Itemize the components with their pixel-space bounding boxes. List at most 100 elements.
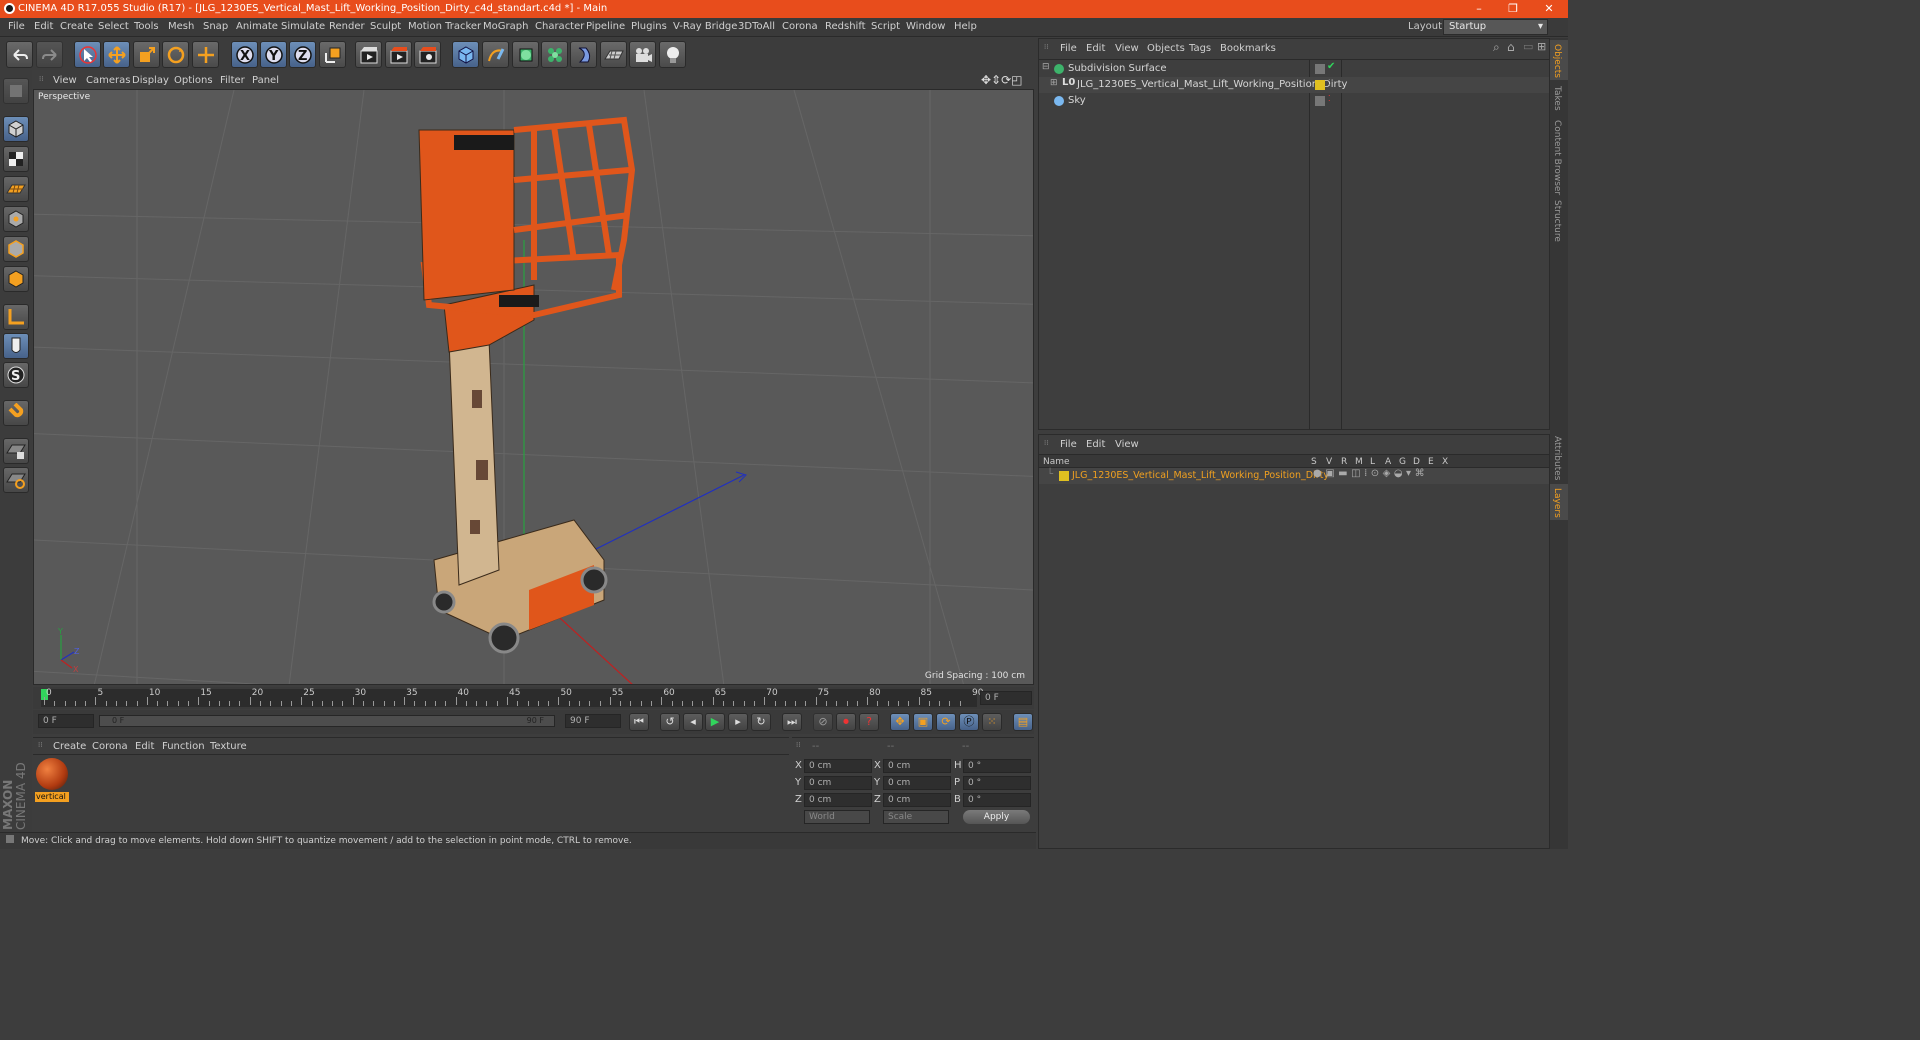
menu-help[interactable]: Help [954, 21, 977, 32]
tab-objects[interactable]: Objects [1552, 44, 1562, 78]
polygons-mode-button[interactable] [3, 266, 29, 292]
material-menu-create[interactable]: Create [53, 741, 86, 752]
menu-tools[interactable]: Tools [134, 21, 159, 32]
menu-render[interactable]: Render [329, 21, 365, 32]
layer-flag-icons[interactable]: ●▣▬◫⁞⊙◈◒▾⌘ [1313, 468, 1428, 479]
spline-pen-button[interactable] [482, 41, 509, 68]
coord-size-x[interactable]: 0 cm [883, 759, 951, 773]
undo-button[interactable] [6, 41, 33, 68]
live-selection-button[interactable] [74, 41, 101, 68]
key-parameter-button[interactable]: Ⓟ [959, 713, 979, 731]
key-pla-button[interactable]: ⁙ [982, 713, 1002, 731]
coord-rotation-p[interactable]: 0 ° [963, 776, 1031, 790]
layer-row[interactable]: └ JLG_1230ES_Vertical_Mast_Lift_Working_… [1039, 468, 1549, 484]
coord-space-select[interactable]: World [804, 810, 870, 824]
material-swatch[interactable]: vertical [35, 758, 69, 802]
objects-menu-tags[interactable]: Tags [1189, 43, 1211, 54]
menu-mesh[interactable]: Mesh [168, 21, 194, 32]
autokey-button[interactable]: ⏺ [836, 713, 856, 731]
layer-color-icon[interactable] [1315, 80, 1325, 90]
move-tool-button[interactable] [103, 41, 130, 68]
redo-button[interactable] [36, 41, 63, 68]
deformer-button[interactable] [570, 41, 597, 68]
current-frame-field[interactable]: 0 F [980, 691, 1032, 705]
layer-tag-icon[interactable] [1315, 96, 1325, 106]
rotate-tool-button[interactable] [162, 41, 189, 68]
objects-menu-edit[interactable]: Edit [1086, 43, 1105, 54]
visibility-dots-icon[interactable]: ⁚ [1328, 94, 1331, 103]
go-to-start-button[interactable]: ⏮ [629, 713, 649, 731]
viewport-menu-filter[interactable]: Filter [220, 75, 245, 86]
menu-redshift[interactable]: Redshift [825, 21, 866, 32]
menu-sculpt[interactable]: Sculpt [370, 21, 401, 32]
mograph-cloner-button[interactable] [541, 41, 568, 68]
object-row-jlg-lift[interactable]: ⊞ L0 JLG_1230ES_Vertical_Mast_Lift_Worki… [1039, 77, 1549, 93]
edges-mode-button[interactable] [3, 236, 29, 262]
menu-script[interactable]: Script [871, 21, 900, 32]
render-picture-viewer-button[interactable] [385, 41, 412, 68]
x-axis-lock-button[interactable]: X [231, 41, 258, 68]
menu-animate[interactable]: Animate [236, 21, 278, 32]
keyframe-selection-button[interactable]: ? [859, 713, 879, 731]
coord-mode-select[interactable]: Scale [883, 810, 949, 824]
material-menu-edit[interactable]: Edit [135, 741, 154, 752]
play-button[interactable]: ▶ [705, 713, 725, 731]
coord-position-x[interactable]: 0 cm [804, 759, 872, 773]
viewport-menu-cameras[interactable]: Cameras [86, 75, 130, 86]
search-icon[interactable]: ⌕ [1493, 40, 1500, 55]
menu-motion-tracker[interactable]: Motion Tracker [408, 21, 481, 32]
menu-window[interactable]: Window [906, 21, 945, 32]
material-menu-corona[interactable]: Corona [92, 741, 128, 752]
material-menu-function[interactable]: Function [162, 741, 205, 752]
frame-range-slider[interactable]: 0 F 90 F [99, 715, 555, 727]
end-frame-field[interactable]: 90 F [565, 714, 621, 728]
coord-rotation-h[interactable]: 0 ° [963, 759, 1031, 773]
home-icon[interactable]: ⌂ [1507, 40, 1515, 54]
floor-object-button[interactable] [600, 41, 627, 68]
tab-attributes[interactable]: Attributes [1552, 436, 1562, 480]
expand-toggle-icon[interactable]: ⊞ [1050, 78, 1058, 88]
snap-button[interactable]: S [3, 362, 29, 388]
key-scale-button[interactable]: ▣ [913, 713, 933, 731]
objects-menu-view[interactable]: View [1115, 43, 1139, 54]
magnet-tool-button[interactable] [3, 400, 29, 426]
coord-position-z[interactable]: 0 cm [804, 793, 872, 807]
object-row-subdivision-surface[interactable]: ⊟ Subdivision Surface ✔ [1039, 61, 1549, 77]
coord-rotation-b[interactable]: 0 ° [963, 793, 1031, 807]
objects-menu-bookmarks[interactable]: Bookmarks [1220, 43, 1276, 54]
menu-character[interactable]: Character [535, 21, 584, 32]
close-button[interactable]: ✕ [1532, 0, 1566, 18]
viewport-menu-view[interactable]: View [53, 75, 77, 86]
objects-menu-file[interactable]: File [1060, 43, 1077, 54]
objects-menu-objects[interactable]: Objects [1147, 43, 1185, 54]
collapse-icon[interactable]: ▭ [1523, 40, 1533, 53]
menu-plugins[interactable]: Plugins [631, 21, 667, 32]
menu-corona[interactable]: Corona [782, 21, 818, 32]
previous-frame-button[interactable]: ◂ [683, 713, 703, 731]
coord-size-y[interactable]: 0 cm [883, 776, 951, 790]
texture-mode-button[interactable] [3, 146, 29, 172]
tab-structure[interactable]: Structure [1552, 200, 1562, 242]
go-to-end-button[interactable]: ⏭ [782, 713, 802, 731]
viewport-menu-display[interactable]: Display [132, 75, 169, 86]
key-position-button[interactable]: ✥ [890, 713, 910, 731]
menu-vray-bridge[interactable]: V-Ray Bridge [673, 21, 737, 32]
visibility-dots-icon[interactable]: ⁚ [1328, 78, 1331, 87]
next-frame-button[interactable]: ▸ [728, 713, 748, 731]
start-frame-field[interactable]: 0 F [38, 714, 94, 728]
enabled-check-icon[interactable]: ✔ [1327, 61, 1335, 72]
coordinate-system-button[interactable] [319, 41, 346, 68]
menu-pipeline[interactable]: Pipeline [586, 21, 625, 32]
timeline-window-button[interactable]: ▤ [1013, 713, 1033, 731]
restore-button[interactable]: ❐ [1496, 0, 1530, 18]
y-axis-lock-button[interactable]: Y [260, 41, 287, 68]
layers-menu-file[interactable]: File [1060, 439, 1077, 450]
layers-menu-edit[interactable]: Edit [1086, 439, 1105, 450]
render-settings-button[interactable] [414, 41, 441, 68]
render-view-button[interactable] [355, 41, 382, 68]
light-object-button[interactable] [659, 41, 686, 68]
camera-object-button[interactable] [629, 41, 656, 68]
workplane-align-button[interactable] [3, 467, 29, 493]
key-rotation-button[interactable]: ⟳ [936, 713, 956, 731]
tab-takes[interactable]: Takes [1552, 86, 1562, 111]
